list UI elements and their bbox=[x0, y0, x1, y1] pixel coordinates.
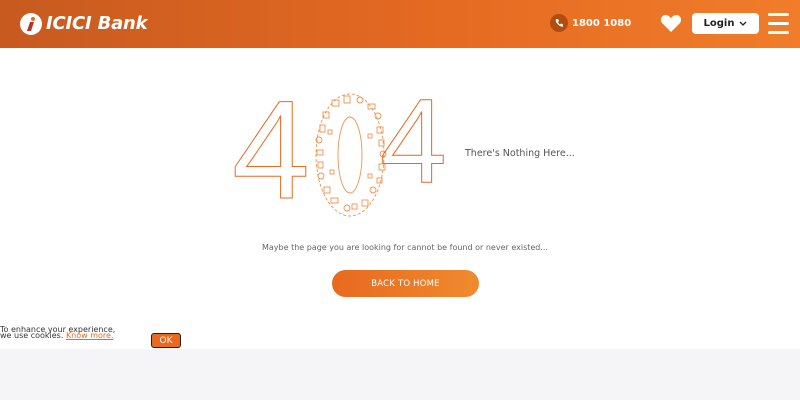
error-message: Maybe the page you are looking for canno… bbox=[261, 243, 548, 252]
login-label: Login bbox=[703, 18, 735, 29]
error-tagline: There's Nothing Here... bbox=[465, 148, 575, 159]
brand-name: ICICI Bank bbox=[46, 13, 148, 34]
error-404-illustration: 4 4 bbox=[232, 90, 448, 220]
back-to-home-button[interactable]: BACK TO HOME bbox=[332, 270, 479, 297]
cookie-ok-button[interactable]: OK bbox=[151, 333, 181, 348]
error-digit-left: 4 bbox=[232, 90, 310, 220]
phone-contact[interactable]: 1800 1080 bbox=[550, 14, 631, 32]
brand-logo[interactable]: ICICI Bank bbox=[20, 11, 148, 37]
site-header: ICICI Bank 1800 1080 Login bbox=[0, 0, 800, 48]
login-button[interactable]: Login bbox=[692, 13, 759, 34]
cookie-know-more-link[interactable]: Know more. bbox=[66, 331, 114, 340]
phone-number: 1800 1080 bbox=[572, 17, 632, 29]
error-digit-right: 4 bbox=[380, 90, 447, 208]
footer-band bbox=[0, 349, 800, 400]
icici-logo-icon bbox=[20, 13, 42, 35]
cookie-text-line2: we use cookies. Know more. bbox=[0, 331, 114, 340]
phone-icon bbox=[550, 14, 568, 32]
heart-icon[interactable] bbox=[660, 13, 682, 33]
chevron-down-icon bbox=[740, 21, 747, 26]
cookie-text-prefix: we use cookies. bbox=[0, 331, 64, 340]
hamburger-menu-icon[interactable] bbox=[768, 13, 789, 35]
doodle-zero-icon bbox=[315, 93, 387, 217]
